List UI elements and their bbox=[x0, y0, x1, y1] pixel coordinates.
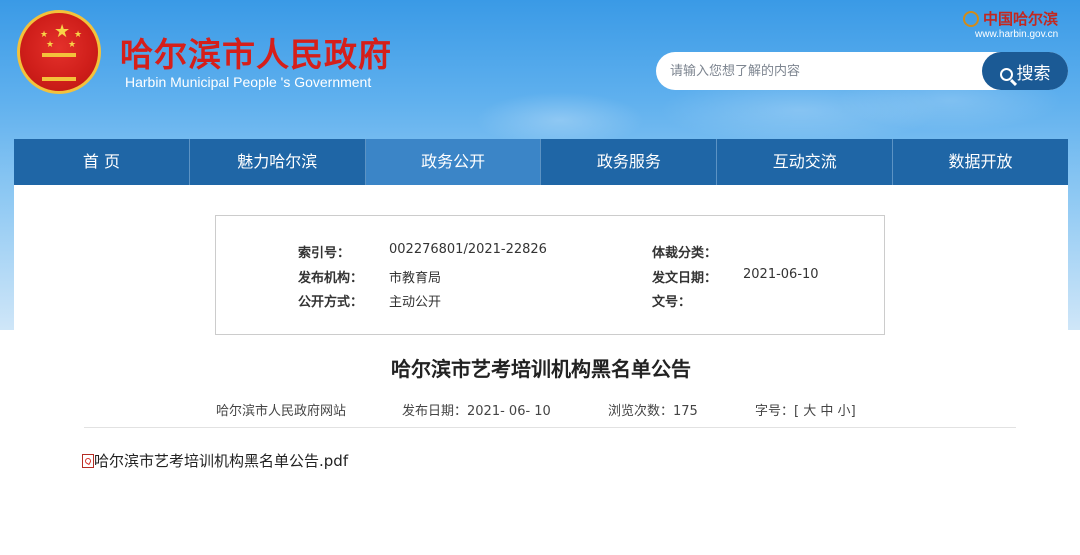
site-title-english: Harbin Municipal People 's Government bbox=[125, 74, 372, 90]
logo-text: 中国哈尔滨 bbox=[983, 10, 1059, 28]
font-size-large-button[interactable]: 大 bbox=[803, 404, 816, 419]
search-icon bbox=[999, 67, 1013, 81]
article-source: 哈尔滨市人民政府网站 bbox=[216, 404, 347, 419]
document-metadata-box: 索引号： 002276801/2021-22826 体裁分类： 发布机构： 市教… bbox=[215, 215, 885, 335]
china-harbin-logo[interactable]: 中国哈尔滨 bbox=[963, 8, 1058, 29]
search-bar: 搜索 bbox=[656, 52, 1068, 90]
index-value: 002276801/2021-22826 bbox=[389, 242, 547, 257]
harbin-logo-icon bbox=[963, 11, 979, 27]
font-size-bracket-open: [ bbox=[794, 404, 800, 419]
national-emblem-icon: ★ ★ ★ ★ ★ bbox=[17, 10, 101, 94]
nav-item-open-data[interactable]: 数据开放 bbox=[893, 139, 1068, 185]
nav-item-charm-harbin[interactable]: 魅力哈尔滨 bbox=[190, 139, 366, 185]
font-size-small-button[interactable]: 小 bbox=[838, 404, 851, 419]
article-content: 索引号： 002276801/2021-22826 体裁分类： 发布机构： 市教… bbox=[14, 185, 1068, 555]
publish-date-value: 2021- 06- 10 bbox=[467, 404, 551, 419]
nav-item-government-affairs-disclosure[interactable]: 政务公开 bbox=[365, 139, 542, 185]
disclosure-label: 公开方式： bbox=[298, 295, 364, 310]
issue-date-value: 2021-06-10 bbox=[743, 267, 819, 282]
view-count-value: 175 bbox=[673, 404, 698, 419]
publish-date: 发布日期：2021- 06- 10 bbox=[402, 400, 551, 419]
index-label: 索引号： bbox=[298, 246, 351, 261]
view-count: 浏览次数：175 bbox=[608, 400, 698, 419]
search-button-label: 搜索 bbox=[1016, 63, 1051, 84]
doc-number-label: 文号： bbox=[652, 295, 692, 310]
view-count-label: 浏览次数： bbox=[608, 404, 674, 419]
attachment-filename: 哈尔滨市艺考培训机构黑名单公告.pdf bbox=[94, 452, 349, 470]
pdf-icon bbox=[82, 454, 94, 468]
search-input[interactable] bbox=[664, 52, 996, 90]
nav-item-home[interactable]: 首 页 bbox=[14, 139, 190, 185]
nav-item-government-services[interactable]: 政务服务 bbox=[541, 139, 718, 185]
publish-date-label: 发布日期： bbox=[402, 404, 468, 419]
main-nav: 首 页 魅力哈尔滨 政务公开 政务服务 互动交流 数据开放 bbox=[14, 139, 1068, 185]
divider bbox=[84, 427, 1016, 428]
pdf-attachment-link[interactable]: 哈尔滨市艺考培训机构黑名单公告.pdf bbox=[82, 450, 348, 471]
disclosure-value: 主动公开 bbox=[389, 295, 442, 310]
site-url: www.harbin.gov.cn bbox=[975, 29, 1059, 40]
font-size-control: 字号：[ 大 中 小] bbox=[755, 400, 856, 419]
publisher-value: 市教育局 bbox=[389, 271, 442, 286]
genre-label: 体裁分类： bbox=[652, 246, 718, 261]
font-size-bracket-close: ] bbox=[850, 404, 856, 419]
nav-item-interaction[interactable]: 互动交流 bbox=[717, 139, 894, 185]
publisher-label: 发布机构： bbox=[298, 271, 364, 286]
issue-date-label: 发文日期： bbox=[652, 271, 718, 286]
search-button[interactable]: 搜索 bbox=[982, 52, 1068, 90]
font-size-label: 字号： bbox=[755, 404, 795, 419]
font-size-medium-button[interactable]: 中 bbox=[820, 404, 833, 419]
article-title: 哈尔滨市艺考培训机构黑名单公告 bbox=[391, 357, 691, 381]
site-title: 哈尔滨市人民政府 bbox=[120, 35, 392, 74]
